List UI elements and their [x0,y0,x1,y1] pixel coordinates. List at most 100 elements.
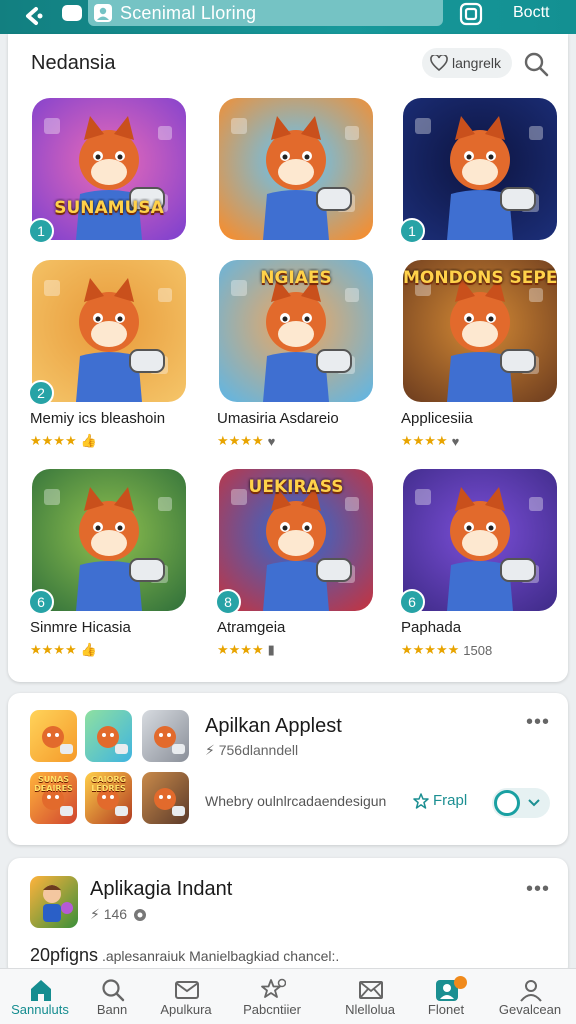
nav-label: Gevalcean [498,1002,562,1017]
nav-label: Bann [96,1002,128,1017]
mini-art-title: GAIORG LEDRES [90,775,127,793]
chevron-down-icon [528,799,540,807]
rank-badge: 8 [215,589,241,615]
app-rating: ★★★★ 👍 [30,642,97,658]
app-rating: ★★★★ 👍 [30,433,97,449]
envelope-icon [359,981,383,999]
nav-item-search[interactable]: Bann [76,969,148,1024]
user-icon [94,4,112,22]
nav-item-account[interactable]: Flonet [410,969,482,1024]
status-dot-icon [134,908,147,921]
app-description: 20pfigns .aplesanraiuk Manielbagkiad cha… [30,945,339,966]
tile-art-title: MONDONS SEPERS [403,268,557,288]
tile-art-title: NGIAES [260,268,332,288]
collection-app-icon[interactable]: SUNAS DEAIRES [30,772,77,824]
collection-app-icon[interactable] [142,710,189,762]
app-artwork [32,98,186,240]
app-tile[interactable] [403,98,557,240]
nav-item-messages[interactable]: Nlellolua [334,969,406,1024]
collection-app-icon[interactable] [30,710,77,762]
app-name[interactable]: Memiy ics bleashoin [30,410,165,427]
chat-dropdown-toggle[interactable] [492,788,550,818]
app-stat: ⚡ 146 [90,906,128,922]
chip-label: langrelk [452,55,502,71]
nav-label: Flonet [427,1002,465,1017]
app-tile[interactable] [32,469,186,611]
star-outline-icon [413,792,429,809]
language-filter-chip[interactable]: langrelk [422,48,512,78]
section-title: Nedansia [31,52,116,74]
top-app-bar: Scenimal Lloring Boctt [0,0,576,34]
rating-stars: ★★★★ [30,642,77,657]
collection-subtitle: ⚡ 756dlanndell [205,742,299,758]
rating-stars: ★★★★ [217,433,264,448]
app-name[interactable]: Applicesiia [401,410,473,427]
rating-extra: ▮ [267,642,275,657]
app-tile[interactable] [219,98,373,240]
home-icon [31,980,51,1001]
favorite-label: Frapl [433,792,468,809]
top-right-label[interactable]: Boctt [513,4,549,22]
nav-item-mail[interactable]: Apulkura [150,969,222,1024]
tile-art-title: UEKIRASS [248,477,344,497]
rating-extra: ♥ [267,433,276,449]
rank-badge: 2 [28,380,54,406]
app-name[interactable]: Atramgeia [217,619,285,636]
rating-stars: ★★★★ [30,433,77,448]
app-tile[interactable] [403,469,557,611]
nav-label: Apulkura [160,1002,212,1017]
featured-apps-card: Nedansia langrelk SUNAMUSA 1 1 2 Memiy ics b… [8,34,568,682]
app-tile[interactable]: SUNAMUSA [32,98,186,240]
tile-art-title: SUNAMUSA [54,198,164,218]
search-icon [102,979,125,1002]
tab-switcher-icon[interactable] [62,5,82,21]
collection-app-icon[interactable] [85,710,132,762]
app-tile[interactable]: MONDONS SEPERS [403,260,557,402]
description-lead: 20pfigns [30,945,99,965]
rating-extra: ♥ [451,433,460,449]
nav-item-profile[interactable]: Gevalcean [494,969,566,1024]
collection-title: Apilkan Applest [205,715,342,737]
app-tile[interactable] [32,260,186,402]
app-artwork [32,469,186,611]
app-collection-card[interactable]: SUNAS DEAIRES GAIORG LEDRES Apilkan Apple… [8,693,568,845]
nav-label: Pabcntiier [243,1002,301,1017]
app-name[interactable]: Umasiria Asdareio [217,410,339,427]
profile-icon [520,980,542,1002]
collection-app-icon[interactable]: GAIORG LEDRES [85,772,132,824]
back-icon[interactable] [22,4,46,28]
app-rating: ★★★★ ♥ [401,433,459,449]
rating-extra: 1508 [463,642,493,658]
rating-extra: 👍 [80,642,97,657]
rank-badge: 1 [28,218,54,244]
nav-item-favorites[interactable]: Pabcntiier [236,969,308,1024]
app-name[interactable]: Sinmre Hicasia [30,619,131,636]
rating-stars: ★★★★ [401,433,448,448]
app-detail-card[interactable]: Aplikagia Indant ⚡ 146 ••• 20pfigns .apl… [8,858,568,978]
app-artwork [403,98,557,240]
rating-extra: 👍 [80,433,97,448]
favorite-link[interactable]: Frapl [413,792,467,809]
more-options-icon[interactable]: ••• [526,878,550,901]
app-tile[interactable]: UEKIRASS [219,469,373,611]
nav-item-home[interactable]: Sannuluts [4,969,76,1024]
more-options-icon[interactable]: ••• [526,711,550,734]
app-thumbnail [30,876,78,928]
camera-icon[interactable] [459,2,483,26]
app-subtitle: ⚡ 146 [90,906,147,923]
app-artwork [32,260,186,402]
bottom-navigation: Sannuluts Bann Apulkura Pabcntiier Nlell… [0,968,576,1024]
app-rating: ★★★★★ 1508 [401,642,492,658]
app-artwork [403,469,557,611]
notification-dot [454,976,467,989]
rank-badge: 1 [399,218,425,244]
nav-label: Nlellolua [345,1002,395,1017]
search-field[interactable]: Scenimal Lloring [88,0,443,26]
mail-icon [175,981,199,999]
collection-description: Whebry oulnlrcadaendesigun [205,793,387,809]
app-name[interactable]: Paphada [401,619,461,636]
app-tile[interactable]: NGIAES [219,260,373,402]
rating-stars: ★★★★ [217,642,264,657]
search-icon[interactable] [523,51,549,77]
collection-app-icon[interactable] [142,772,189,824]
